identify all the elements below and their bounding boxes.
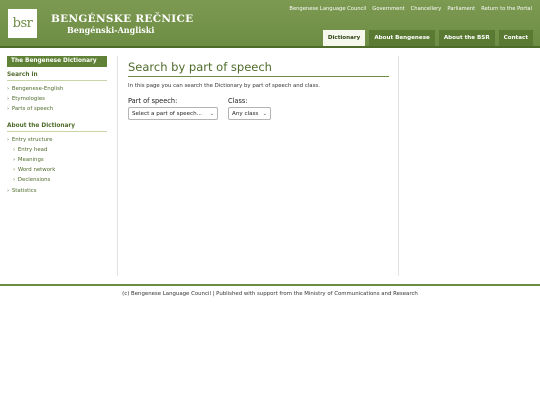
sidebar: The Bengenese Dictionary Search in › Ben…: [7, 56, 107, 196]
class-label: Class:: [228, 97, 248, 105]
tab-about-bsr[interactable]: About the BSR: [438, 30, 495, 46]
bsr-logo[interactable]: bsr: [8, 9, 37, 38]
top-link-portal[interactable]: Return to the Portal: [481, 6, 532, 12]
site-title: BENGÉNSKE REČNICE: [51, 13, 194, 25]
left-column-divider: [117, 56, 118, 276]
class-select-value: Any class: [232, 110, 259, 117]
pos-select-value: Select a part of speech...: [132, 110, 202, 117]
chevron-down-icon: ⌄: [209, 110, 214, 117]
top-links: Bengenese Language Council Government Ch…: [289, 6, 532, 12]
main-content: Search by part of speech In this page yo…: [128, 60, 389, 120]
sidebar-item-entry-head[interactable]: › Entry head: [7, 145, 107, 155]
top-link-language-council[interactable]: Bengenese Language Council: [289, 6, 366, 12]
sidebar-heading: The Bengenese Dictionary: [7, 56, 107, 67]
sidebar-item-meanings[interactable]: › Meanings: [7, 155, 107, 165]
chevron-down-icon: ⌄: [262, 110, 267, 117]
pos-select[interactable]: Select a part of speech... ⌄: [128, 107, 218, 120]
pos-field: Part of speech: Select a part of speech.…: [128, 97, 218, 120]
top-link-chancellery[interactable]: Chancellery: [411, 6, 442, 12]
bullet-arrow-icon: ›: [7, 86, 10, 92]
right-column-divider: [398, 56, 399, 276]
bullet-arrow-icon: ›: [7, 106, 10, 113]
sidebar-item-word-network[interactable]: › Word network: [7, 165, 107, 175]
tab-about-bengenese[interactable]: About Bengenese: [369, 30, 435, 46]
bullet-arrow-icon: ›: [13, 167, 16, 174]
bullet-arrow-icon: ›: [7, 136, 10, 143]
footer-divider: [0, 284, 540, 286]
search-in-title: Search in: [7, 72, 107, 81]
sidebar-item-bengenese-english[interactable]: › Bengenese-English: [7, 84, 107, 94]
main-tabs: Dictionary About Bengenese About the BSR…: [322, 30, 533, 46]
top-link-parliament[interactable]: Parliament: [447, 6, 475, 12]
sidebar-item-declensions[interactable]: › Declensions: [7, 175, 107, 185]
bullet-arrow-icon: ›: [7, 187, 10, 194]
bullet-arrow-icon: ›: [13, 157, 16, 164]
search-in-list: › Bengenese-English › Etymologies › Part…: [7, 84, 107, 115]
sidebar-item-etymologies[interactable]: › Etymologies: [7, 94, 107, 104]
search-form: Part of speech: Select a part of speech.…: [128, 97, 389, 120]
bullet-arrow-icon: ›: [13, 146, 16, 153]
page-title: Search by part of speech: [128, 60, 389, 77]
footer-text: (c) Bengenese Language Council | Publish…: [122, 291, 418, 297]
site-header: bsr BENGÉNSKE REČNICE Bengénski-Angliski…: [0, 0, 540, 46]
top-link-government[interactable]: Government: [372, 6, 404, 12]
pos-label: Part of speech:: [128, 97, 178, 105]
class-select[interactable]: Any class ⌄: [228, 107, 271, 120]
bullet-arrow-icon: ›: [7, 96, 10, 103]
sidebar-item-entry-structure[interactable]: › Entry structure: [7, 135, 107, 145]
header-divider: [0, 46, 540, 48]
class-field: Class: Any class ⌄: [228, 97, 271, 120]
sidebar-item-parts-of-speech[interactable]: › Parts of speech: [7, 104, 107, 114]
tab-contact[interactable]: Contact: [498, 30, 533, 46]
about-dictionary-list: › Entry structure › Entry head › Meaning…: [7, 135, 107, 196]
sidebar-item-statistics[interactable]: › Statistics: [7, 186, 107, 196]
bullet-arrow-icon: ›: [13, 177, 16, 184]
tab-dictionary[interactable]: Dictionary: [322, 30, 366, 46]
intro-text: In this page you can search the Dictiona…: [128, 83, 320, 89]
about-dictionary-title: About the Dictionary: [7, 123, 107, 132]
site-subtitle: Bengénski-Angliski: [67, 25, 155, 35]
